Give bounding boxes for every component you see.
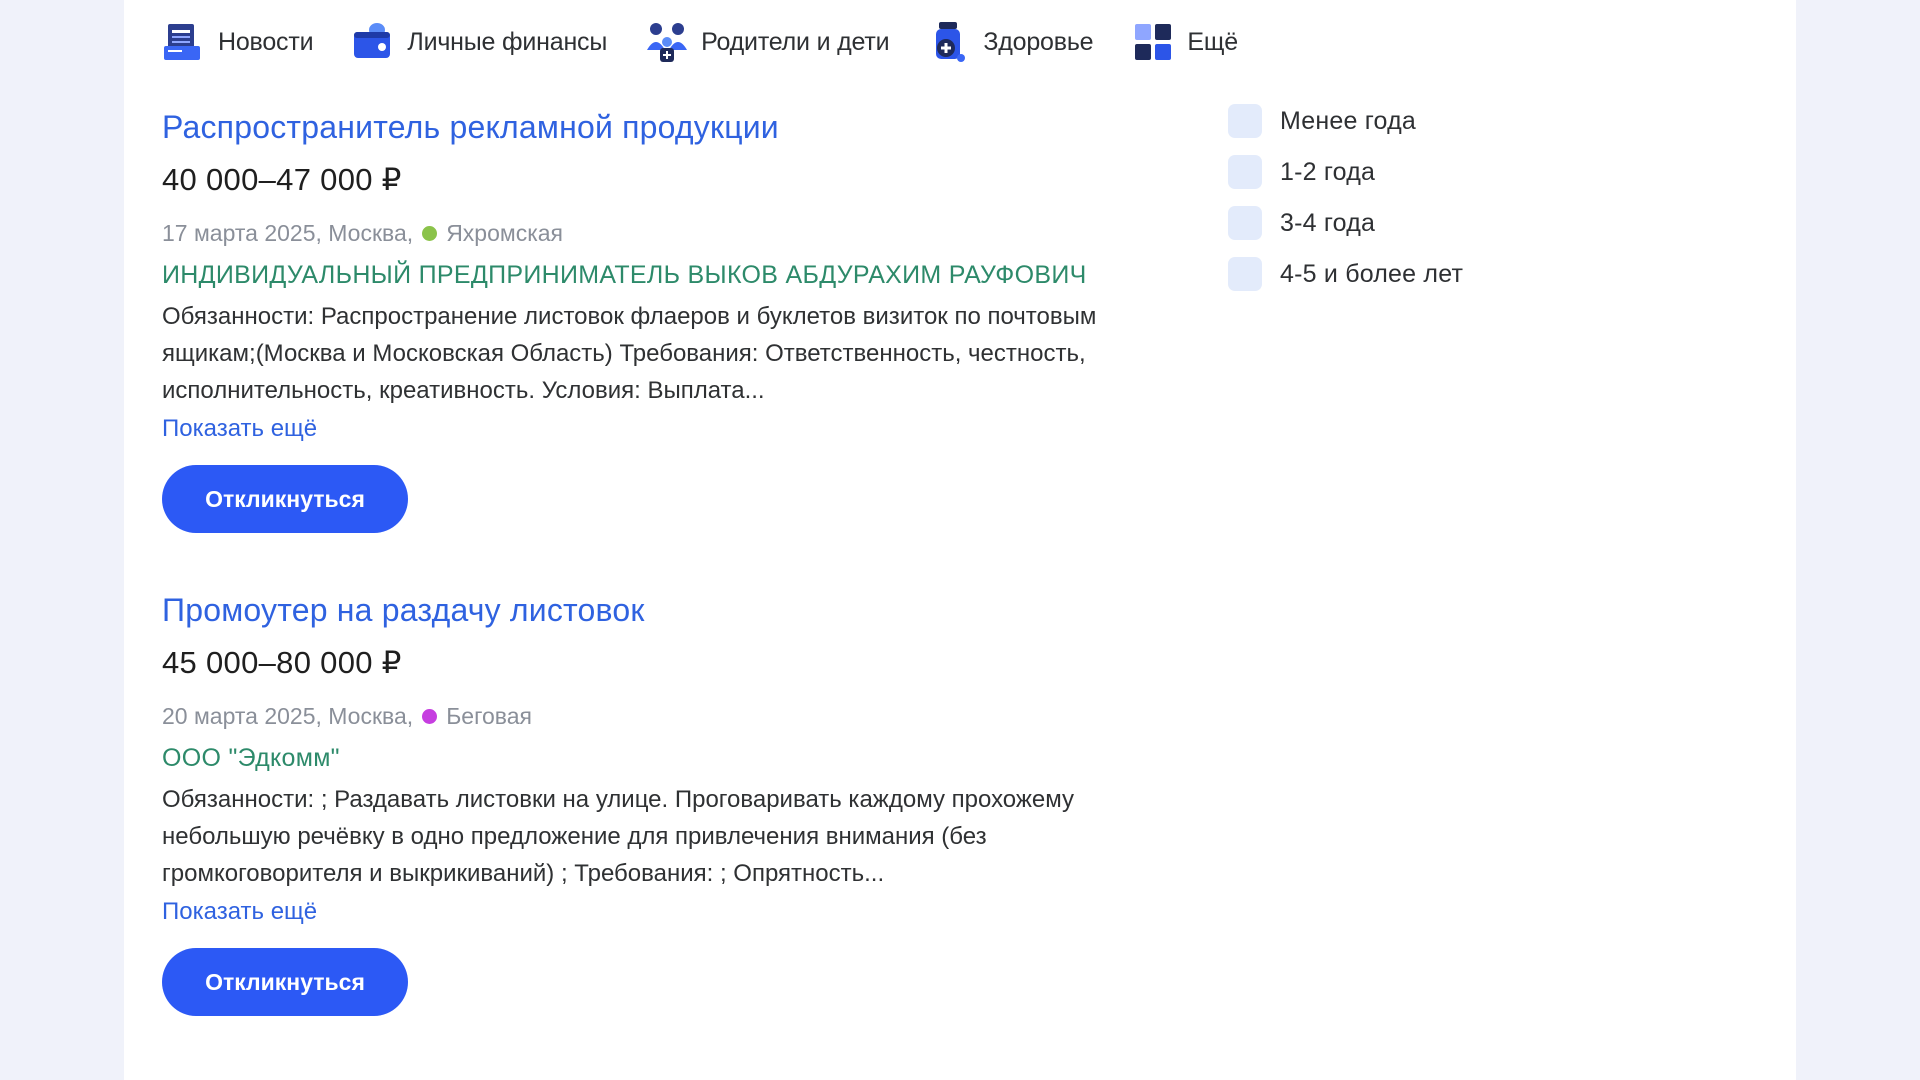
experience-option-label: 1-2 года: [1280, 157, 1376, 186]
category-nav: Новости Личные финансы Родители и дети З…: [162, 16, 1276, 68]
respond-button[interactable]: Откликнуться: [162, 948, 408, 1016]
nav-item-label: Личные финансы: [407, 27, 608, 56]
nav-item-label: Здоровье: [983, 27, 1094, 56]
news-icon: [164, 24, 200, 60]
respond-button[interactable]: Откликнуться: [162, 465, 408, 533]
experience-option-4-5-plus-years[interactable]: 4-5 и более лет: [1228, 257, 1463, 291]
vacancy-title-link[interactable]: Распространитель рекламной продукции: [162, 100, 1222, 154]
checkbox[interactable]: [1228, 206, 1262, 240]
vacancy-metro: Яхромская: [446, 220, 564, 246]
nav-item-label: Родители и дети: [701, 27, 890, 56]
show-more-link[interactable]: Показать ещё: [162, 892, 1222, 932]
vacancy-description: Обязанности: Распространение листовок фл…: [162, 303, 1097, 404]
vacancy-date-city: 20 марта 2025, Москва,: [162, 703, 414, 729]
vacancy-salary: 45 000–80 000 ₽: [162, 645, 402, 680]
vacancy-meta: 17 марта 2025, Москва, Яхромская: [162, 212, 1222, 254]
experience-option-label: 4-5 и более лет: [1280, 259, 1464, 288]
experience-option-less-than-year[interactable]: Менее года: [1228, 104, 1463, 138]
experience-option-label: Менее года: [1280, 106, 1416, 135]
experience-option-label: 3-4 года: [1280, 208, 1376, 237]
vacancy-list: Распространитель рекламной продукции 40 …: [162, 100, 1222, 1066]
experience-option-1-2-years[interactable]: 1-2 года: [1228, 155, 1463, 189]
experience-option-3-4-years[interactable]: 3-4 года: [1228, 206, 1463, 240]
vacancy-title-link[interactable]: Промоутер на раздачу листовок: [162, 583, 1222, 637]
vacancy-metro: Беговая: [446, 703, 532, 729]
vacancy-date-city: 17 марта 2025, Москва,: [162, 220, 414, 246]
vacancy-card: Промоутер на раздачу листовок 45 000–80 …: [162, 583, 1222, 1016]
vacancy-card: Распространитель рекламной продукции 40 …: [162, 100, 1222, 533]
show-more-link[interactable]: Показать ещё: [162, 409, 1222, 449]
experience-filter: Менее года 1-2 года 3-4 года 4-5 и более…: [1228, 104, 1463, 308]
vacancy-company: ИНДИВИДУАЛЬНЫЙ ПРЕДПРИНИМАТЕЛЬ ВЫКОВ АБД…: [162, 261, 1087, 289]
metro-dot-icon: [422, 225, 438, 241]
vacancy-meta: 20 марта 2025, Москва, Беговая: [162, 695, 1222, 737]
nav-item-parents[interactable]: Родители и дети: [645, 20, 890, 64]
wallet-icon: [354, 23, 391, 58]
nav-item-finance[interactable]: Личные финансы: [351, 20, 607, 64]
nav-item-health[interactable]: Здоровье: [927, 20, 1094, 64]
vacancy-salary: 40 000–47 000 ₽: [162, 162, 402, 197]
medicine-icon: [936, 22, 966, 62]
metro-dot-icon: [422, 708, 438, 724]
nav-item-label: Новости: [218, 27, 314, 56]
family-icon: [647, 23, 688, 62]
grid-icon: [1135, 24, 1172, 60]
nav-item-more[interactable]: Ещё: [1131, 20, 1238, 64]
checkbox[interactable]: [1228, 155, 1262, 189]
nav-item-news[interactable]: Новости: [162, 20, 314, 64]
nav-item-label: Ещё: [1187, 27, 1238, 56]
page-container: Новости Личные финансы Родители и дети З…: [124, 0, 1796, 1080]
checkbox[interactable]: [1228, 104, 1262, 138]
vacancy-company: ООО "Эдкомм": [162, 744, 340, 772]
checkbox[interactable]: [1228, 257, 1262, 291]
vacancy-description: Обязанности: ; Раздавать листовки на ули…: [162, 786, 1075, 887]
